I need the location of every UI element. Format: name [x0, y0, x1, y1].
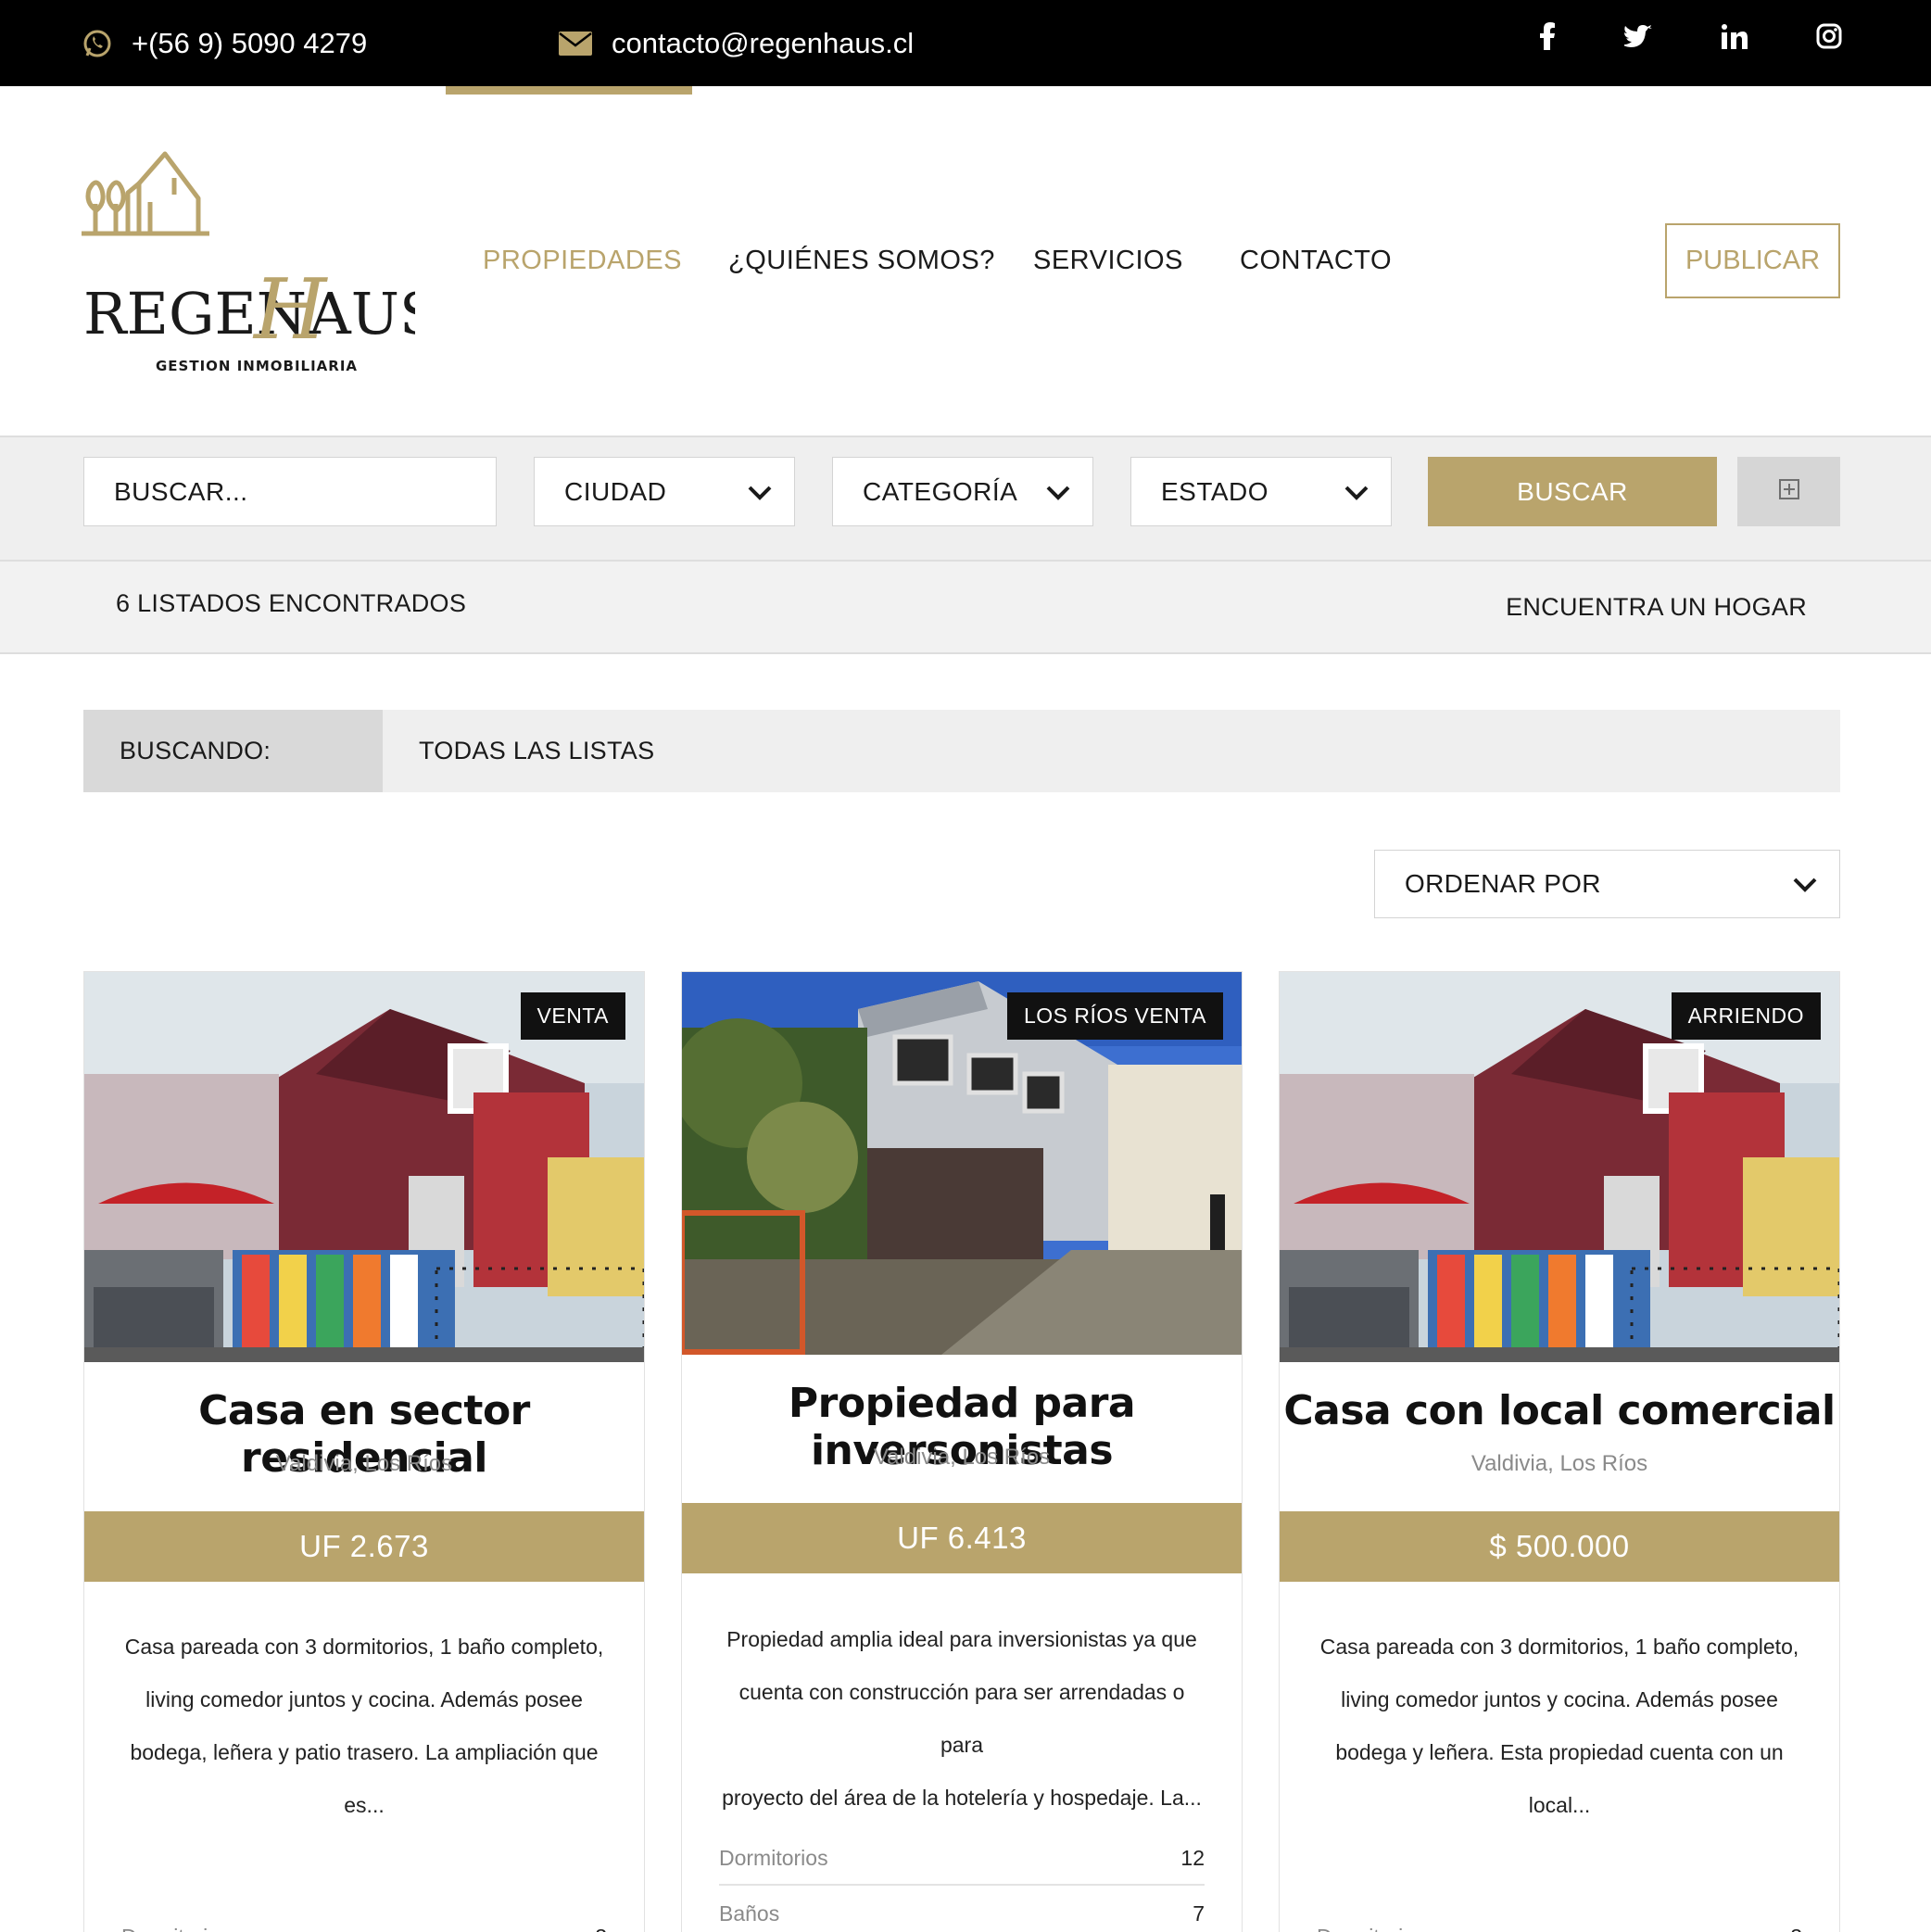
spec-row: Dormitorios 3 — [121, 1911, 607, 1932]
nav-servicios[interactable]: SERVICIOS — [1033, 246, 1183, 276]
chevron-down-icon — [748, 477, 772, 507]
listing-location: Valdivia, Los Ríos — [275, 1451, 453, 1476]
listing-title[interactable]: Casa con local comercial — [1280, 1387, 1839, 1434]
spec-row: Baños 7 — [719, 1888, 1205, 1932]
top-contact-bar: +(56 9) 5090 4279 contacto@regenhaus.cl — [0, 0, 1931, 86]
svg-text:GESTION INMOBILIARIA: GESTION INMOBILIARIA — [156, 358, 358, 374]
description-line: bodega y leñera. Esta propiedad cuenta c… — [1335, 1740, 1784, 1764]
listing-location: Valdivia, Los Ríos — [1470, 1451, 1648, 1476]
spec-label: Baños — [719, 1900, 780, 1926]
publish-button[interactable]: PUBLICAR — [1665, 223, 1840, 298]
active-filters-value: TODAS LAS LISTAS — [419, 737, 655, 764]
description-line: local... — [1528, 1793, 1591, 1817]
listing-badge: ARRIENDO — [1671, 992, 1821, 1040]
search-input[interactable]: BUSCAR... — [83, 457, 497, 526]
spec-label: Dormitorios — [121, 1925, 231, 1932]
instagram-icon[interactable] — [1811, 0, 1848, 72]
phone-contact[interactable]: +(56 9) 5090 4279 — [82, 0, 367, 86]
description-line: Casa pareada con 3 dormitorios, 1 baño c… — [124, 1635, 604, 1659]
twitter-icon[interactable] — [1620, 0, 1657, 72]
listing-location: Valdivia, Los Ríos — [873, 1445, 1051, 1470]
spec-row: Dormitorios 3 — [1317, 1911, 1802, 1932]
sort-select[interactable]: ORDENAR POR — [1374, 850, 1840, 918]
phone-number: +(56 9) 5090 4279 — [132, 26, 368, 59]
property-photo[interactable]: ARRIENDO — [1280, 972, 1839, 1362]
results-tagline: ENCUENTRA UN HOGAR — [1506, 593, 1807, 621]
category-select-label: CATEGORÍA — [863, 476, 1018, 506]
plus-square-icon — [1778, 479, 1799, 504]
city-select-label: CIUDAD — [564, 476, 667, 506]
advanced-search-button[interactable] — [1737, 457, 1840, 526]
listing-price: $ 500.000 — [1280, 1511, 1839, 1582]
property-photo[interactable]: LOS RÍOS VENTA — [682, 972, 1242, 1355]
spec-row: Dormitorios 12 — [719, 1832, 1205, 1886]
nav-contacto[interactable]: CONTACTO — [1240, 246, 1392, 276]
category-select[interactable]: CATEGORÍA — [832, 457, 1093, 526]
description-line: living comedor juntos y cocina. Además p… — [1341, 1687, 1778, 1711]
description-line: bodega, leñera y patio trasero. La ampli… — [130, 1740, 599, 1764]
search-button[interactable]: BUSCAR — [1428, 457, 1717, 526]
listing-description: Propiedad amplia ideal para inversionist… — [719, 1613, 1205, 1825]
listing-description: Casa pareada con 3 dormitorios, 1 baño c… — [1317, 1621, 1802, 1832]
nav-propiedades[interactable]: PROPIEDADES — [483, 246, 682, 276]
active-filters: BUSCANDO: TODAS LAS LISTAS — [83, 710, 1840, 792]
listing-badge: VENTA — [520, 992, 625, 1040]
whatsapp-icon — [82, 28, 113, 59]
description-line: cuenta con construcción para ser arrenda… — [738, 1680, 1185, 1757]
email-contact[interactable]: contacto@regenhaus.cl — [558, 0, 914, 86]
listing-price: UF 6.413 — [682, 1503, 1242, 1573]
description-line: es... — [344, 1793, 385, 1817]
chevron-down-icon — [1046, 477, 1070, 507]
description-line: Propiedad amplia ideal para inversionist… — [726, 1627, 1197, 1651]
spec-label: Dormitorios — [719, 1845, 828, 1870]
linkedin-icon[interactable] — [1716, 0, 1753, 72]
sort-select-label: ORDENAR POR — [1405, 869, 1601, 898]
chevron-down-icon — [1793, 869, 1817, 899]
listing-price: UF 2.673 — [84, 1511, 644, 1582]
status-select-label: ESTADO — [1161, 476, 1269, 506]
spec-value: 12 — [1180, 1845, 1205, 1870]
nav-quienes-somos[interactable]: ¿QUIÉNES SOMOS? — [728, 246, 995, 276]
spec-value: 7 — [1193, 1900, 1205, 1926]
description-line: living comedor juntos y cocina. Además p… — [145, 1687, 583, 1711]
active-filters-label: BUSCANDO: — [83, 710, 383, 792]
email-address: contacto@regenhaus.cl — [612, 26, 915, 59]
svg-text:AUS: AUS — [309, 280, 415, 347]
listing-description: Casa pareada con 3 dormitorios, 1 baño c… — [121, 1621, 607, 1832]
spec-label: Dormitorios — [1317, 1925, 1426, 1932]
listing-card[interactable]: VENTA Casa en sector residencial Valdivi… — [83, 971, 645, 1932]
facebook-icon[interactable] — [1529, 0, 1566, 72]
description-line: proyecto del área de la hotelería y hosp… — [722, 1786, 1202, 1810]
status-select[interactable]: ESTADO — [1130, 457, 1392, 526]
results-count: 6 LISTADOS ENCONTRADOS — [116, 589, 467, 617]
chevron-down-icon — [1344, 477, 1369, 507]
spec-value: 3 — [1790, 1925, 1802, 1932]
listing-card[interactable]: ARRIENDO Casa con local comercial Valdiv… — [1279, 971, 1840, 1932]
property-photo[interactable]: VENTA — [84, 972, 644, 1362]
brand-logo[interactable]: REGEN H AUS GESTION INMOBILIARIA — [82, 148, 439, 380]
envelope-icon — [558, 31, 593, 57]
listing-badge: LOS RÍOS VENTA — [1006, 992, 1223, 1040]
city-select[interactable]: CIUDAD — [534, 457, 795, 526]
description-line: Casa pareada con 3 dormitorios, 1 baño c… — [1319, 1635, 1799, 1659]
active-nav-indicator — [446, 86, 692, 95]
spec-value: 3 — [595, 1925, 607, 1932]
listing-card[interactable]: LOS RÍOS VENTA Propiedad para inversonis… — [681, 971, 1243, 1932]
